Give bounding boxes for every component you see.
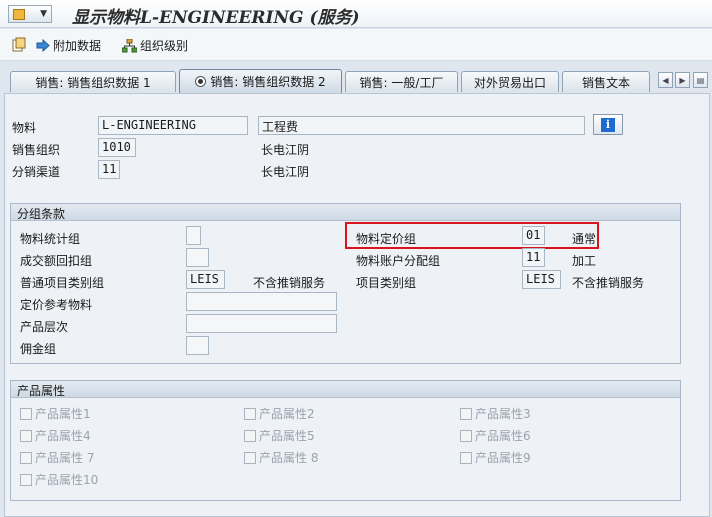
- product-attribute-label: 产品属性4: [35, 429, 91, 443]
- acct-assignment-group-field[interactable]: 11: [522, 248, 545, 267]
- product-attribute-2-checkbox[interactable]: 产品属性2: [244, 405, 315, 422]
- hierarchy-icon: [122, 38, 137, 52]
- tab-label: 销售: 销售组织数据 2: [210, 75, 326, 89]
- sales-org-field[interactable]: 1010: [98, 138, 136, 157]
- arrow-right-icon: [36, 39, 50, 52]
- material-label: 物料: [12, 121, 37, 135]
- gen-item-cat-group-label: 普通项目类别组: [20, 276, 105, 290]
- rebate-group-field[interactable]: [186, 248, 209, 267]
- acct-assignment-group-label: 物料账户分配组: [356, 254, 441, 268]
- grouping-terms-title: 分组条款: [11, 204, 680, 221]
- tab-sales-org-1[interactable]: 销售: 销售组织数据 1: [10, 71, 176, 92]
- product-attribute-8-checkbox[interactable]: 产品属性 8: [244, 449, 318, 466]
- tab-scroll-right-button[interactable]: ▶: [675, 72, 690, 88]
- checkbox-box: [244, 407, 256, 420]
- org-levels-button[interactable]: 组织级别: [122, 37, 188, 54]
- folder-icon: [13, 8, 25, 20]
- tab-foreign-trade-export[interactable]: 对外贸易出口: [461, 71, 559, 92]
- checkbox-box: [20, 407, 32, 420]
- checkbox-box: [244, 451, 256, 464]
- commission-group-field[interactable]: [186, 336, 209, 355]
- tab-general-plant[interactable]: 销售: 一般/工厂: [345, 71, 458, 92]
- acct-assignment-group-desc: 加工: [572, 254, 597, 268]
- checkbox-box: [460, 407, 472, 420]
- product-attribute-label: 产品属性 7: [35, 451, 95, 465]
- checkbox-box: [20, 473, 32, 486]
- item-cat-group-field[interactable]: LEIS: [522, 270, 561, 289]
- org-levels-label: 组织级别: [140, 39, 189, 53]
- item-cat-group-desc: 不含推销服务: [572, 276, 645, 290]
- product-attribute-7-checkbox[interactable]: 产品属性 7: [20, 449, 94, 466]
- info-icon: i: [601, 117, 615, 132]
- sales-org-label: 销售组织: [12, 143, 61, 157]
- rebate-group-label: 成交额回扣组: [20, 254, 93, 268]
- document-copy-icon: [12, 37, 26, 52]
- tab-label: 销售文本: [581, 75, 630, 90]
- product-attribute-10-checkbox[interactable]: 产品属性10: [20, 471, 98, 488]
- sales-org-desc: 长电江阴: [261, 143, 310, 157]
- gen-item-cat-group-desc: 不含推销服务: [253, 276, 326, 290]
- material-description-field[interactable]: 工程费: [258, 116, 585, 135]
- product-attribute-label: 产品属性9: [475, 451, 531, 465]
- product-attribute-1-checkbox[interactable]: 产品属性1: [20, 405, 91, 422]
- checkbox-box: [460, 429, 472, 442]
- product-attribute-label: 产品属性2: [259, 407, 315, 421]
- material-field[interactable]: L-ENGINEERING: [98, 116, 248, 135]
- product-attribute-6-checkbox[interactable]: 产品属性6: [460, 427, 531, 444]
- material-stat-group-field[interactable]: [186, 226, 201, 245]
- product-attribute-label: 产品属性 8: [259, 451, 319, 465]
- product-hierarchy-label: 产品层次: [20, 320, 69, 334]
- pricing-ref-material-label: 定价参考物料: [20, 298, 93, 312]
- tab-label: 销售: 一般/工厂: [359, 75, 444, 90]
- additional-data-button[interactable]: 附加数据: [36, 37, 101, 54]
- product-attribute-3-checkbox[interactable]: 产品属性3: [460, 405, 531, 422]
- tab-list-button[interactable]: ▤: [693, 72, 708, 88]
- application-toolbar: 附加数据 组织级别: [0, 29, 712, 61]
- checkbox-box: [244, 429, 256, 442]
- product-attributes-group: 产品属性: [10, 380, 681, 501]
- system-menu-button[interactable]: ▼: [8, 5, 52, 23]
- product-attributes-title: 产品属性: [11, 381, 680, 398]
- gen-item-cat-group-field[interactable]: LEIS: [186, 270, 225, 289]
- product-attribute-4-checkbox[interactable]: 产品属性4: [20, 427, 91, 444]
- checkbox-box: [20, 451, 32, 464]
- product-attribute-label: 产品属性5: [259, 429, 315, 443]
- dropdown-arrow-icon: ▼: [40, 9, 47, 19]
- product-attribute-label: 产品属性10: [35, 473, 99, 487]
- item-cat-group-label: 项目类别组: [356, 276, 417, 290]
- product-attribute-label: 产品属性3: [475, 407, 531, 421]
- tab-scroll-left-button[interactable]: ◀: [658, 72, 673, 88]
- pricing-ref-material-field[interactable]: [186, 292, 337, 311]
- checkbox-box: [20, 429, 32, 442]
- info-button[interactable]: i: [593, 114, 623, 135]
- tab-sales-text[interactable]: 销售文本: [562, 71, 650, 92]
- dist-channel-field[interactable]: 11: [98, 160, 120, 179]
- additional-data-label: 附加数据: [53, 39, 102, 53]
- product-attribute-9-checkbox[interactable]: 产品属性9: [460, 449, 531, 466]
- active-tab-icon: [195, 76, 207, 87]
- title-bar: ▼ 显示物料L-ENGINEERING (服务): [0, 0, 712, 28]
- material-stat-group-label: 物料统计组: [20, 232, 81, 246]
- tab-label: 销售: 销售组织数据 1: [35, 75, 151, 90]
- product-hierarchy-field[interactable]: [186, 314, 337, 333]
- window-title: 显示物料L-ENGINEERING (服务): [72, 8, 360, 28]
- dist-channel-desc: 长电江阴: [261, 165, 310, 179]
- tab-sales-org-2[interactable]: 销售: 销售组织数据 2: [179, 69, 342, 93]
- commission-group-label: 佣金组: [20, 342, 57, 356]
- tab-label: 对外贸易出口: [473, 75, 546, 90]
- product-attribute-label: 产品属性6: [475, 429, 531, 443]
- dist-channel-label: 分销渠道: [12, 165, 61, 179]
- product-attribute-5-checkbox[interactable]: 产品属性5: [244, 427, 315, 444]
- create-icon-button[interactable]: [12, 37, 27, 52]
- tab-strip: 销售: 销售组织数据 1 销售: 销售组织数据 2 销售: 一般/工厂 对外贸易…: [0, 66, 712, 93]
- highlight-box: [345, 222, 599, 249]
- product-attribute-label: 产品属性1: [35, 407, 91, 421]
- checkbox-box: [460, 451, 472, 464]
